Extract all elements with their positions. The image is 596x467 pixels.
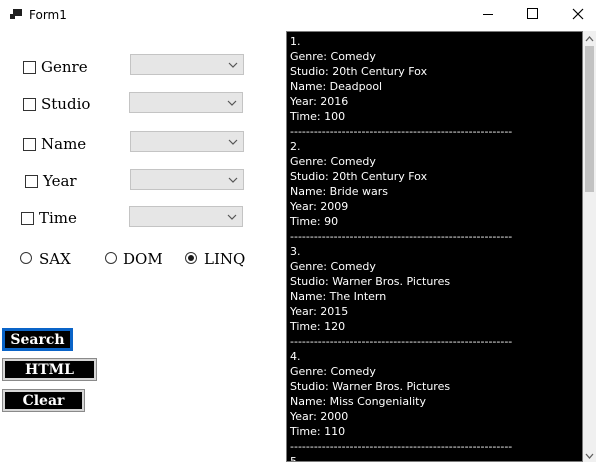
- studio-combobox[interactable]: [129, 92, 243, 113]
- close-button[interactable]: [555, 0, 596, 30]
- results-text: 1. Genre: Comedy Studio: 20th Century Fo…: [290, 35, 513, 462]
- scroll-thumb[interactable]: [585, 46, 594, 192]
- search-button[interactable]: Search: [2, 328, 73, 351]
- dom-label: DOM: [123, 250, 163, 268]
- year-combobox[interactable]: [130, 169, 244, 190]
- chevron-down-icon: [585, 453, 594, 459]
- html-button[interactable]: HTML: [2, 358, 97, 381]
- name-combobox[interactable]: [130, 131, 244, 152]
- time-label: Time: [39, 209, 77, 227]
- name-checkbox[interactable]: [23, 138, 36, 151]
- sax-radio[interactable]: [20, 252, 32, 264]
- year-checkbox[interactable]: [25, 175, 38, 188]
- maximize-button[interactable]: [510, 0, 556, 30]
- title-bar: Form1: [0, 0, 596, 30]
- results-scrollbar[interactable]: [583, 31, 596, 462]
- genre-checkbox[interactable]: [23, 61, 36, 74]
- studio-label: Studio: [41, 95, 91, 113]
- app-form-icon: [10, 9, 22, 21]
- clear-button[interactable]: Clear: [2, 389, 85, 412]
- year-label: Year: [43, 172, 77, 190]
- window-title: Form1: [29, 8, 67, 22]
- name-label: Name: [41, 135, 87, 153]
- genre-label: Genre: [41, 58, 88, 76]
- scroll-up-button[interactable]: [583, 31, 596, 45]
- time-combobox[interactable]: [129, 206, 243, 227]
- time-checkbox[interactable]: [21, 212, 34, 225]
- genre-combobox[interactable]: [130, 54, 244, 75]
- scroll-down-button[interactable]: [583, 448, 596, 462]
- close-icon: [572, 8, 584, 20]
- chevron-down-icon: [228, 177, 238, 183]
- chevron-down-icon: [228, 62, 238, 68]
- linq-radio[interactable]: [185, 252, 197, 264]
- chevron-down-icon: [227, 100, 237, 106]
- chevron-down-icon: [228, 139, 238, 145]
- chevron-down-icon: [227, 214, 237, 220]
- sax-label: SAX: [39, 250, 71, 268]
- studio-checkbox[interactable]: [23, 98, 36, 111]
- minimize-button[interactable]: [465, 0, 511, 30]
- results-textbox[interactable]: 1. Genre: Comedy Studio: 20th Century Fo…: [286, 31, 583, 462]
- linq-label: LINQ: [204, 250, 246, 268]
- dom-radio[interactable]: [105, 252, 117, 264]
- chevron-up-icon: [585, 36, 594, 42]
